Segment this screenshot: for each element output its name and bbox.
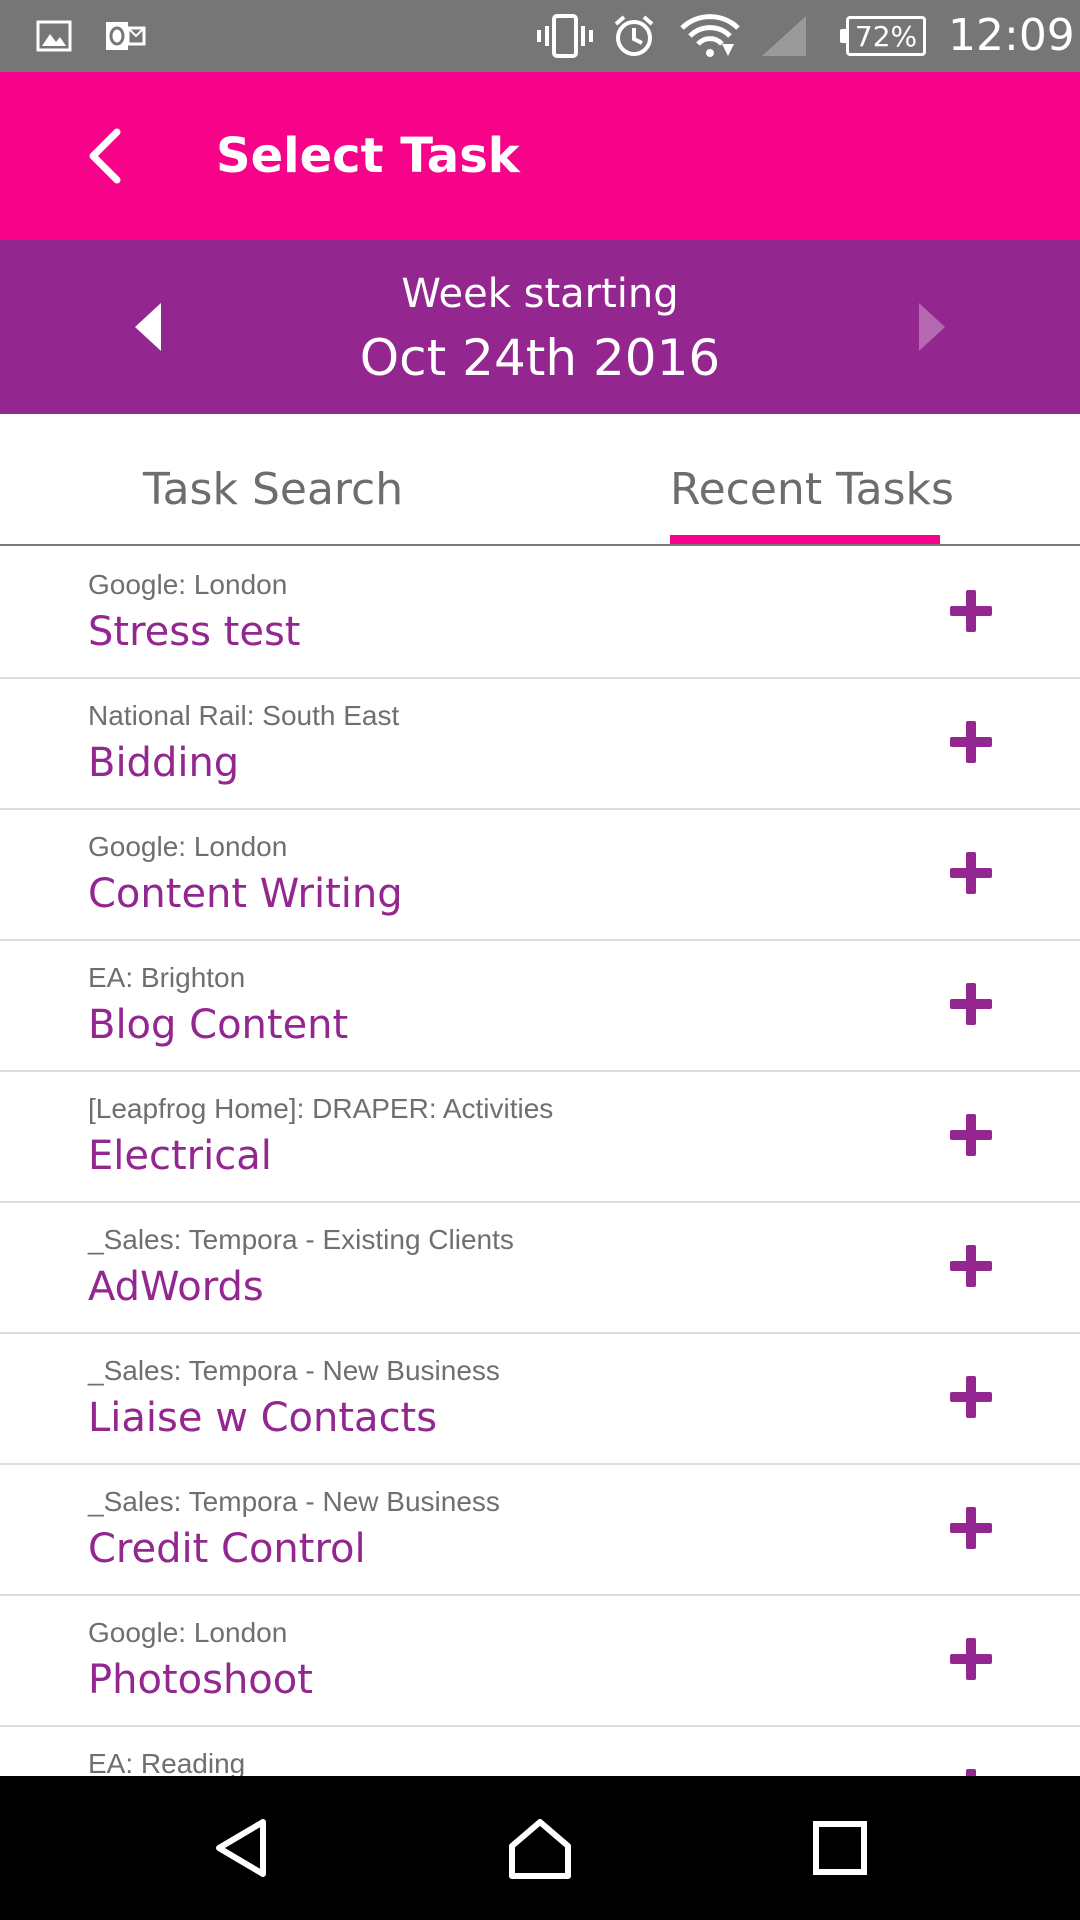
status-bar: 72% 12:09 <box>0 0 1080 72</box>
task-client: Google: London <box>88 1617 288 1648</box>
task-name: Credit Control <box>88 1526 366 1572</box>
task-client: [Leapfrog Home]: DRAPER: Activities <box>88 1093 554 1124</box>
task-name: Blog Content <box>88 1002 349 1048</box>
task-client: EA: Brighton <box>88 962 246 993</box>
system-nav-bar <box>0 1776 1080 1920</box>
add-task-button[interactable] <box>946 1241 996 1291</box>
add-task-button[interactable] <box>946 1765 996 1776</box>
task-client: National Rail: South East <box>88 700 400 731</box>
triangle-right-icon <box>919 303 945 351</box>
task-client: EA: Reading <box>88 1748 246 1776</box>
task-name: Liaise w Contacts <box>88 1395 438 1441</box>
task-name: AdWords <box>88 1264 264 1310</box>
task-row[interactable]: Google: London Photoshoot <box>0 1596 1080 1727</box>
page-title: Select Task <box>216 128 520 184</box>
add-task-button[interactable] <box>946 1110 996 1160</box>
add-task-button[interactable] <box>946 979 996 1029</box>
task-row[interactable]: Google: London Stress test <box>0 548 1080 679</box>
week-selector: Week starting Oct 24th 2016 <box>0 240 1080 414</box>
gallery-icon <box>36 14 72 58</box>
status-clock: 12:09 <box>948 10 1075 61</box>
signal-icon <box>760 14 808 58</box>
task-name: Content Writing <box>88 871 403 917</box>
nav-recents-button[interactable] <box>795 1806 885 1890</box>
next-week-button[interactable] <box>902 290 962 364</box>
task-name: Photoshoot <box>88 1657 313 1703</box>
back-button[interactable] <box>70 116 140 196</box>
task-row[interactable]: _Sales: Tempora - Existing Clients AdWor… <box>0 1203 1080 1334</box>
add-task-button[interactable] <box>946 717 996 767</box>
task-name: Stress test <box>88 609 301 655</box>
alarm-icon <box>612 14 656 58</box>
battery-indicator: 72% <box>840 16 926 56</box>
task-name: Electrical <box>88 1133 272 1179</box>
outlook-icon <box>106 14 146 58</box>
battery-percent: 72% <box>854 19 918 53</box>
task-row[interactable]: _Sales: Tempora - New Business Credit Co… <box>0 1465 1080 1596</box>
vibrate-icon <box>536 14 594 58</box>
tab-task-search[interactable]: Task Search <box>143 464 403 516</box>
task-row[interactable]: [Leapfrog Home]: DRAPER: Activities Elec… <box>0 1072 1080 1203</box>
nav-home-icon <box>509 1819 571 1879</box>
add-task-button[interactable] <box>946 848 996 898</box>
add-task-button[interactable] <box>946 1634 996 1684</box>
task-client: Google: London <box>88 831 288 862</box>
chevron-left-icon <box>89 128 121 184</box>
tab-bar: Task Search Recent Tasks <box>0 414 1080 546</box>
recent-task-list[interactable]: Google: London Stress test National Rail… <box>0 548 1080 1776</box>
task-row[interactable]: EA: Reading <box>0 1727 1080 1776</box>
task-row[interactable]: EA: Brighton Blog Content <box>0 941 1080 1072</box>
task-row[interactable]: National Rail: South East Bidding <box>0 679 1080 810</box>
task-client: _Sales: Tempora - New Business <box>88 1355 500 1386</box>
task-client: _Sales: Tempora - Existing Clients <box>88 1224 514 1255</box>
app-bar: Select Task <box>0 72 1080 240</box>
add-task-button[interactable] <box>946 586 996 636</box>
wifi-icon <box>680 14 740 58</box>
nav-recents-icon <box>813 1821 867 1875</box>
task-row[interactable]: _Sales: Tempora - New Business Liaise w … <box>0 1334 1080 1465</box>
task-row[interactable]: Google: London Content Writing <box>0 810 1080 941</box>
active-tab-indicator <box>670 535 940 544</box>
tab-recent-tasks[interactable]: Recent Tasks <box>670 464 954 516</box>
nav-home-button[interactable] <box>495 1806 585 1890</box>
task-client: _Sales: Tempora - New Business <box>88 1486 500 1517</box>
add-task-button[interactable] <box>946 1372 996 1422</box>
nav-back-icon <box>216 1819 266 1877</box>
task-client: Google: London <box>88 569 288 600</box>
task-name: Bidding <box>88 740 240 786</box>
nav-back-button[interactable] <box>196 1806 286 1890</box>
add-task-button[interactable] <box>946 1503 996 1553</box>
